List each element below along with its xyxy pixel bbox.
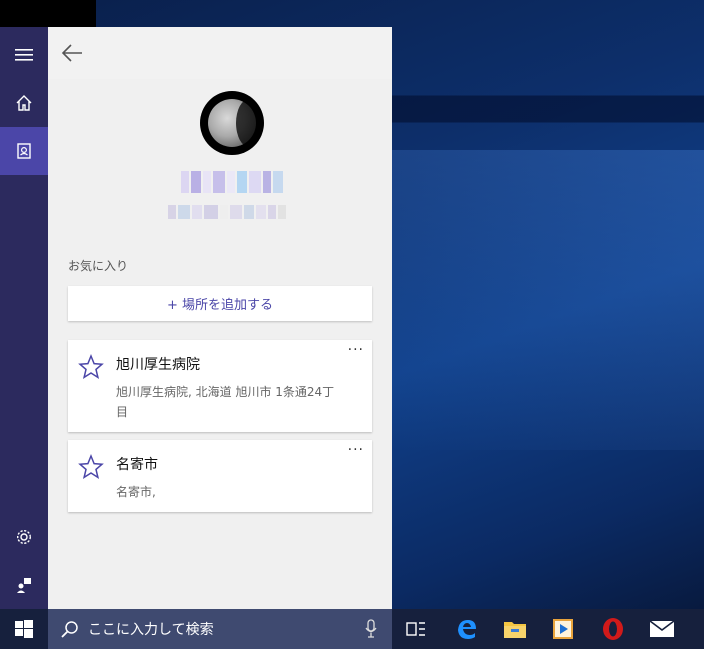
- moon-image: [208, 99, 262, 147]
- moon-avatar: [200, 91, 264, 155]
- hamburger-menu-icon[interactable]: [0, 31, 48, 79]
- search-icon: [61, 621, 78, 638]
- more-options-icon[interactable]: ···: [348, 342, 364, 358]
- top-left-black-bar: [0, 0, 96, 27]
- cortana-nav-rail: [0, 27, 48, 609]
- place-title: 旭川厚生病院: [116, 357, 200, 373]
- favorite-place-card[interactable]: 名寄市 名寄市, ···: [68, 440, 372, 512]
- notebook-icon[interactable]: [0, 127, 48, 175]
- star-icon[interactable]: [78, 454, 104, 480]
- panel-header: [48, 27, 392, 79]
- windows-start-icon[interactable]: [0, 609, 48, 649]
- pixelated-user-name: [181, 171, 283, 193]
- more-options-icon[interactable]: ···: [348, 442, 364, 458]
- back-arrow-icon[interactable]: [58, 39, 86, 67]
- edge-icon[interactable]: [451, 613, 483, 645]
- cortana-notebook-panel: お気に入り + 場所を追加する 旭川厚生病院 旭川厚生病院, 北海道 旭川市 1…: [48, 27, 392, 609]
- search-placeholder: ここに入力して検索: [88, 622, 214, 638]
- add-place-label: + 場所を追加する: [166, 298, 274, 313]
- place-address: 旭川厚生病院, 北海道 旭川市 1条通24丁目: [116, 385, 335, 419]
- favorite-place-card[interactable]: 旭川厚生病院 旭川厚生病院, 北海道 旭川市 1条通24丁目 ···: [68, 340, 372, 432]
- microphone-icon[interactable]: [364, 619, 378, 639]
- settings-gear-icon[interactable]: [0, 513, 48, 561]
- wallpaper-light-beam: [392, 150, 704, 450]
- home-icon[interactable]: [0, 79, 48, 127]
- file-explorer-icon[interactable]: [499, 613, 531, 645]
- feedback-icon[interactable]: [0, 561, 48, 609]
- taskbar-search-box[interactable]: ここに入力して検索: [48, 609, 392, 649]
- mail-icon[interactable]: [646, 613, 678, 645]
- media-player-icon[interactable]: [547, 613, 579, 645]
- opera-icon[interactable]: [597, 613, 629, 645]
- favorites-section-label: お気に入り: [68, 259, 129, 273]
- pixelated-user-email: [168, 205, 286, 219]
- task-view-icon[interactable]: [400, 613, 432, 645]
- add-place-button[interactable]: + 場所を追加する: [68, 286, 372, 321]
- place-title: 名寄市: [116, 457, 158, 473]
- place-address: 名寄市,: [116, 485, 156, 499]
- star-icon[interactable]: [78, 354, 104, 380]
- taskbar: ここに入力して検索: [0, 609, 704, 649]
